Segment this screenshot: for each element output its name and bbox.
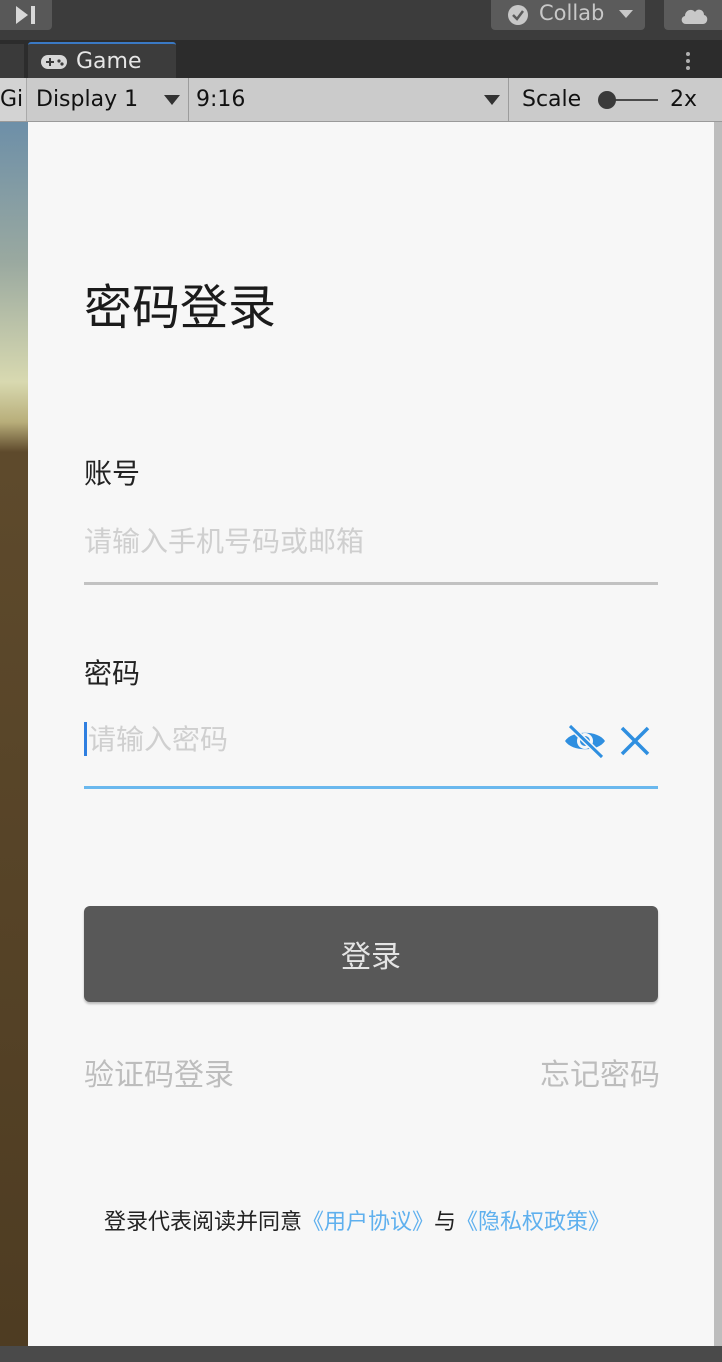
chevron-down-icon — [619, 10, 633, 18]
page-title: 密码登录 — [84, 280, 277, 336]
privacy-policy-link[interactable]: 《隐私权政策》 — [456, 1210, 610, 1235]
scale-label: Scale — [522, 87, 582, 112]
agreement-prefix: 登录代表阅读并同意 — [104, 1210, 303, 1235]
more-options-icon[interactable] — [678, 50, 698, 74]
tab-game-label: Game — [76, 49, 142, 74]
gamepad-icon — [41, 55, 67, 69]
password-input[interactable] — [88, 716, 558, 762]
check-circle-icon — [508, 5, 528, 25]
display-dropdown[interactable]: Display 1 — [28, 78, 189, 121]
close-icon — [620, 726, 650, 756]
cloud-icon — [681, 9, 708, 24]
clear-password-button[interactable] — [618, 724, 652, 758]
forgot-password-link[interactable]: 忘记密码 — [540, 1056, 660, 1096]
scene-view-edge — [0, 122, 28, 1346]
text-cursor — [84, 722, 87, 756]
agreement-text: 登录代表阅读并同意《用户协议》与《隐私权政策》 — [104, 1208, 610, 1238]
account-label: 账号 — [84, 457, 141, 490]
eye-off-icon — [565, 723, 605, 760]
aspect-label: 9:16 — [196, 87, 246, 112]
tab-game[interactable]: Game — [28, 42, 176, 80]
step-icon — [16, 6, 35, 24]
editor-bottom-bar — [0, 1346, 722, 1362]
game-view: 密码登录 账号 密码 登录 验证码登录 忘记密码 登录代表阅读并同意《用户协议》… — [28, 122, 714, 1346]
account-underline — [84, 582, 658, 585]
display-label: Display 1 — [36, 87, 139, 112]
login-button[interactable]: 登录 — [84, 906, 658, 1002]
aspect-dropdown[interactable]: 9:16 — [190, 78, 509, 121]
user-agreement-link[interactable]: 《用户协议》 — [302, 1210, 434, 1235]
tab-scene-stub[interactable] — [0, 44, 24, 78]
toggle-password-visibility-button[interactable] — [562, 722, 608, 760]
inspector-edge — [714, 122, 722, 1346]
account-input[interactable] — [84, 518, 658, 564]
chevron-down-icon — [164, 95, 180, 105]
editor-toolbar: Collab — [0, 0, 722, 40]
gizmos-stub[interactable]: Gi — [0, 78, 27, 121]
cloud-button[interactable] — [664, 0, 722, 30]
game-view-toolbar: Gi Display 1 9:16 Scale 2x — [0, 78, 722, 122]
agreement-and: 与 — [434, 1210, 457, 1235]
scale-control: Scale 2x — [510, 78, 722, 121]
step-button[interactable] — [0, 0, 52, 30]
password-underline — [84, 786, 658, 789]
scale-value: 2x — [670, 87, 698, 112]
collab-label: Collab — [539, 1, 605, 25]
collab-button[interactable]: Collab — [491, 0, 645, 30]
scale-slider-handle[interactable] — [598, 91, 616, 109]
password-label: 密码 — [84, 657, 141, 690]
sms-login-link[interactable]: 验证码登录 — [84, 1056, 234, 1096]
chevron-down-icon — [484, 95, 500, 105]
